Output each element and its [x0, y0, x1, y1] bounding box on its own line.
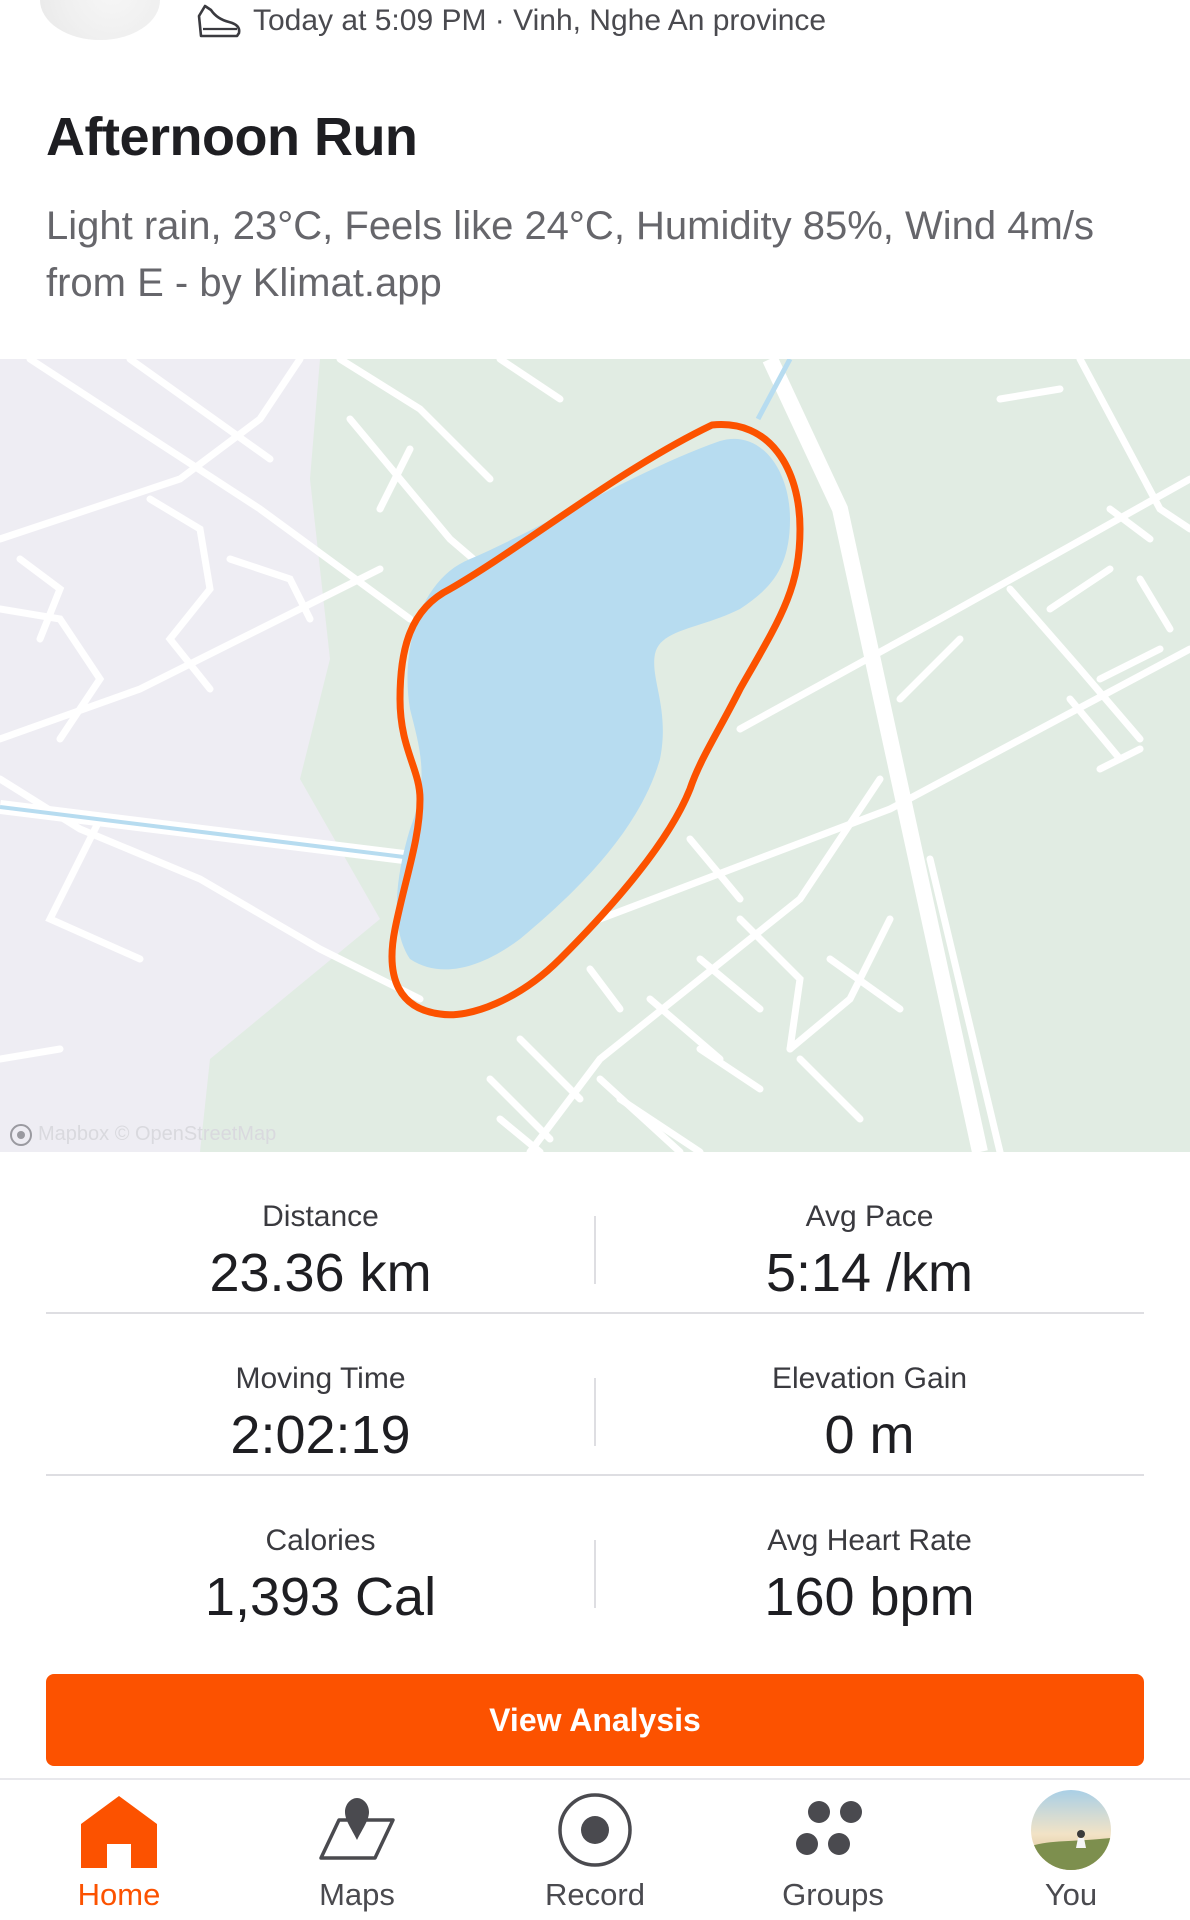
stat-label: Calories — [265, 1524, 376, 1557]
activity-header: Today at 5:09 PM · Vinh, Nghe An provinc… — [0, 0, 1190, 50]
stat-distance: Distance 23.36 km — [46, 1152, 595, 1312]
map-canvas — [0, 359, 1190, 1152]
tab-label: Maps — [319, 1877, 395, 1912]
tab-label: Record — [545, 1877, 645, 1912]
stat-label: Avg Pace — [805, 1200, 934, 1233]
tab-home[interactable]: Home — [0, 1780, 238, 1920]
stat-value: 5:14 /km — [765, 1243, 974, 1303]
mapbox-logo-icon — [10, 1123, 32, 1146]
stat-value: 160 bpm — [764, 1567, 975, 1627]
bottom-tab-bar: Home Maps Record Groups You — [0, 1778, 1190, 1920]
activity-meta: Today at 5:09 PM · Vinh, Nghe An provinc… — [253, 4, 827, 37]
tab-label: You — [1044, 1877, 1098, 1912]
stats-row: Calories 1,393 Cal Avg Heart Rate 160 bp… — [46, 1476, 1144, 1638]
tab-record[interactable]: Record — [476, 1780, 714, 1920]
stat-avg-heart-rate: Avg Heart Rate 160 bpm — [595, 1476, 1144, 1636]
stat-value: 2:02:19 — [230, 1405, 411, 1465]
map-pin-icon — [319, 1798, 395, 1860]
stat-label: Moving Time — [235, 1362, 406, 1395]
tab-groups[interactable]: Groups — [714, 1780, 952, 1920]
stat-avg-pace: Avg Pace 5:14 /km — [595, 1152, 1144, 1312]
stats-row: Moving Time 2:02:19 Elevation Gain 0 m — [46, 1314, 1144, 1476]
activity-title: Afternoon Run — [46, 107, 418, 167]
stat-label: Distance — [262, 1200, 379, 1233]
tab-maps[interactable]: Maps — [238, 1780, 476, 1920]
home-icon — [81, 1796, 157, 1868]
tab-label: Groups — [782, 1877, 884, 1912]
stat-elevation-gain: Elevation Gain 0 m — [595, 1314, 1144, 1474]
record-icon — [558, 1793, 632, 1867]
stats-grid: Distance 23.36 km Avg Pace 5:14 /km Movi… — [46, 1152, 1144, 1638]
stats-row: Distance 23.36 km Avg Pace 5:14 /km — [46, 1152, 1144, 1314]
tab-label: Home — [77, 1877, 161, 1912]
shoe-icon — [197, 4, 241, 38]
profile-avatar — [1031, 1790, 1111, 1870]
stat-label: Elevation Gain — [771, 1362, 968, 1395]
groups-icon — [796, 1801, 862, 1855]
activity-description: Light rain, 23°C, Feels like 24°C, Humid… — [46, 204, 1094, 305]
stat-value: 0 m — [824, 1405, 915, 1465]
view-analysis-button[interactable]: View Analysis — [46, 1674, 1144, 1766]
map-attribution[interactable]: Mapbox © OpenStreetMap — [10, 1123, 276, 1146]
stat-label: Avg Heart Rate — [767, 1524, 972, 1557]
stat-moving-time: Moving Time 2:02:19 — [46, 1314, 595, 1474]
stat-calories: Calories 1,393 Cal — [46, 1476, 595, 1636]
route-map[interactable]: Mapbox © OpenStreetMap — [0, 359, 1190, 1152]
map-attribution-text: Mapbox © OpenStreetMap — [38, 1123, 277, 1145]
stat-value: 1,393 Cal — [204, 1567, 437, 1627]
athlete-avatar[interactable] — [40, 0, 160, 40]
stat-value: 23.36 km — [209, 1243, 432, 1303]
tab-you[interactable]: You — [952, 1780, 1190, 1920]
